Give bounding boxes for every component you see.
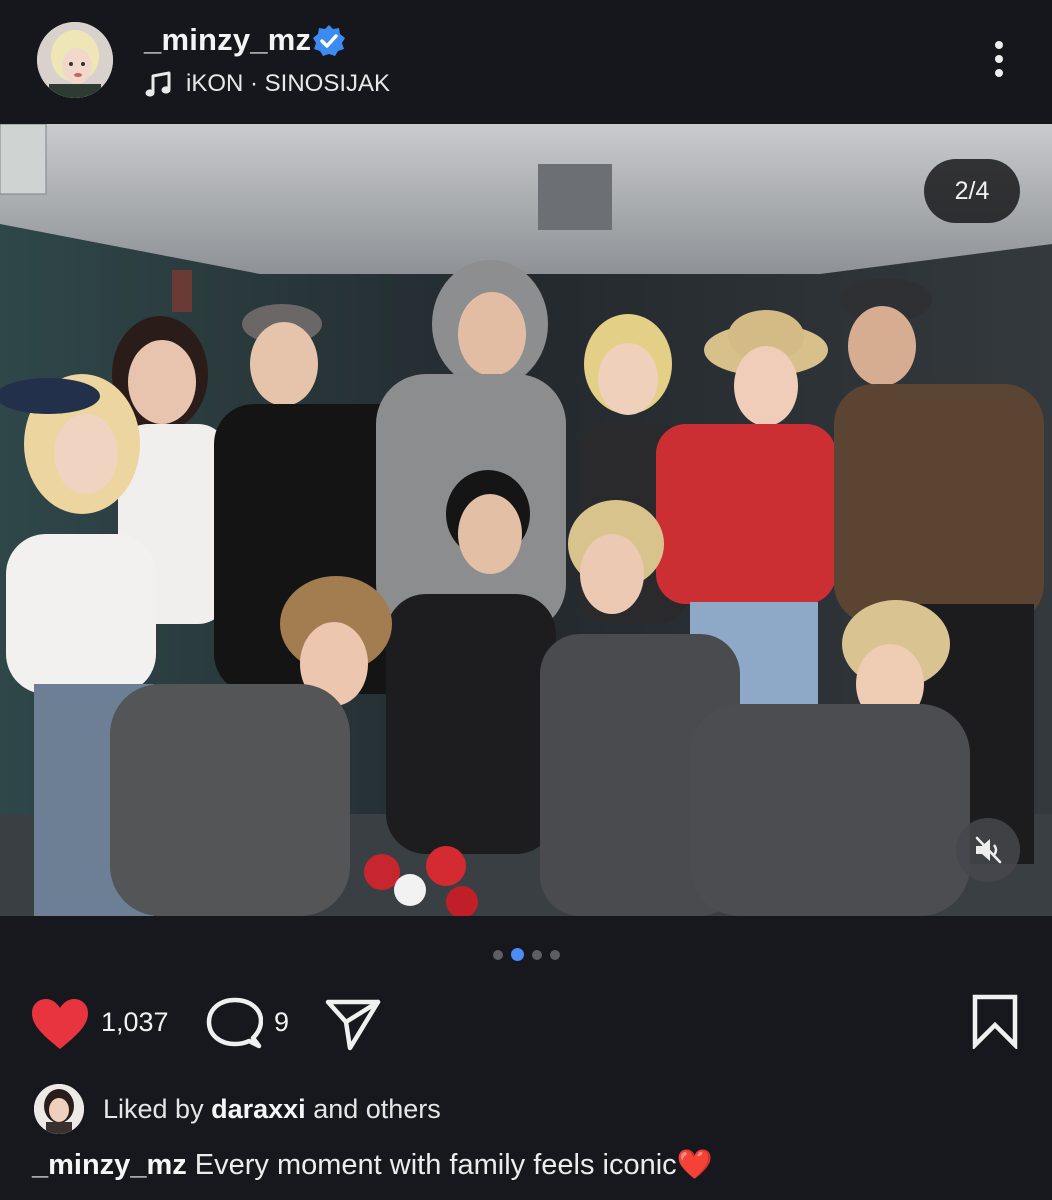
liked-by-row[interactable]: Liked by daraxxi and others	[0, 1082, 1052, 1138]
caption-text: Every moment with family feels iconic	[194, 1149, 677, 1181]
carousel-dot	[549, 949, 560, 960]
caption-emoji: ❤️	[676, 1149, 713, 1181]
post-photo[interactable]: 2/4	[0, 124, 1052, 916]
carousel-dot	[492, 949, 503, 960]
liked-by-user[interactable]: daraxxi	[211, 1094, 306, 1124]
author-avatar[interactable]	[37, 22, 113, 98]
heart-filled-icon[interactable]	[30, 997, 90, 1051]
liked-by-suffix[interactable]: and others	[313, 1094, 441, 1124]
muted-speaker-icon	[975, 836, 1002, 864]
carousel-dot-active	[510, 948, 524, 962]
liked-by-text: Liked by daraxxi and others	[103, 1094, 441, 1125]
verified-badge-icon	[313, 25, 345, 56]
like-count[interactable]: 1,037	[101, 1007, 169, 1038]
post-caption: _minzy_mz Every moment with family feels…	[32, 1148, 713, 1182]
liked-by-prefix: Liked by	[103, 1094, 204, 1124]
author-username[interactable]: _minzy_mz	[144, 22, 311, 58]
bookmark-icon[interactable]	[970, 993, 1020, 1049]
carousel-indicator	[0, 946, 1052, 962]
group-photo-image	[0, 124, 1052, 916]
comment-bubble-icon[interactable]	[205, 996, 263, 1052]
more-vertical-icon[interactable]	[986, 40, 1012, 80]
carousel-dot	[531, 949, 542, 960]
liker-avatar[interactable]	[34, 1084, 84, 1134]
caption-username[interactable]: _minzy_mz	[32, 1149, 187, 1181]
comment-count[interactable]: 9	[274, 1007, 289, 1038]
send-icon[interactable]	[324, 996, 382, 1052]
music-track-label[interactable]: iKON · SINOSIJAK	[186, 70, 390, 98]
music-note-icon	[145, 71, 171, 97]
post-action-bar: 1,037 9	[0, 985, 1052, 1065]
mute-toggle-button[interactable]	[956, 818, 1020, 882]
post-header: _minzy_mz iKON · SINOSIJAK	[0, 0, 1052, 124]
image-counter-badge: 2/4	[924, 159, 1020, 223]
